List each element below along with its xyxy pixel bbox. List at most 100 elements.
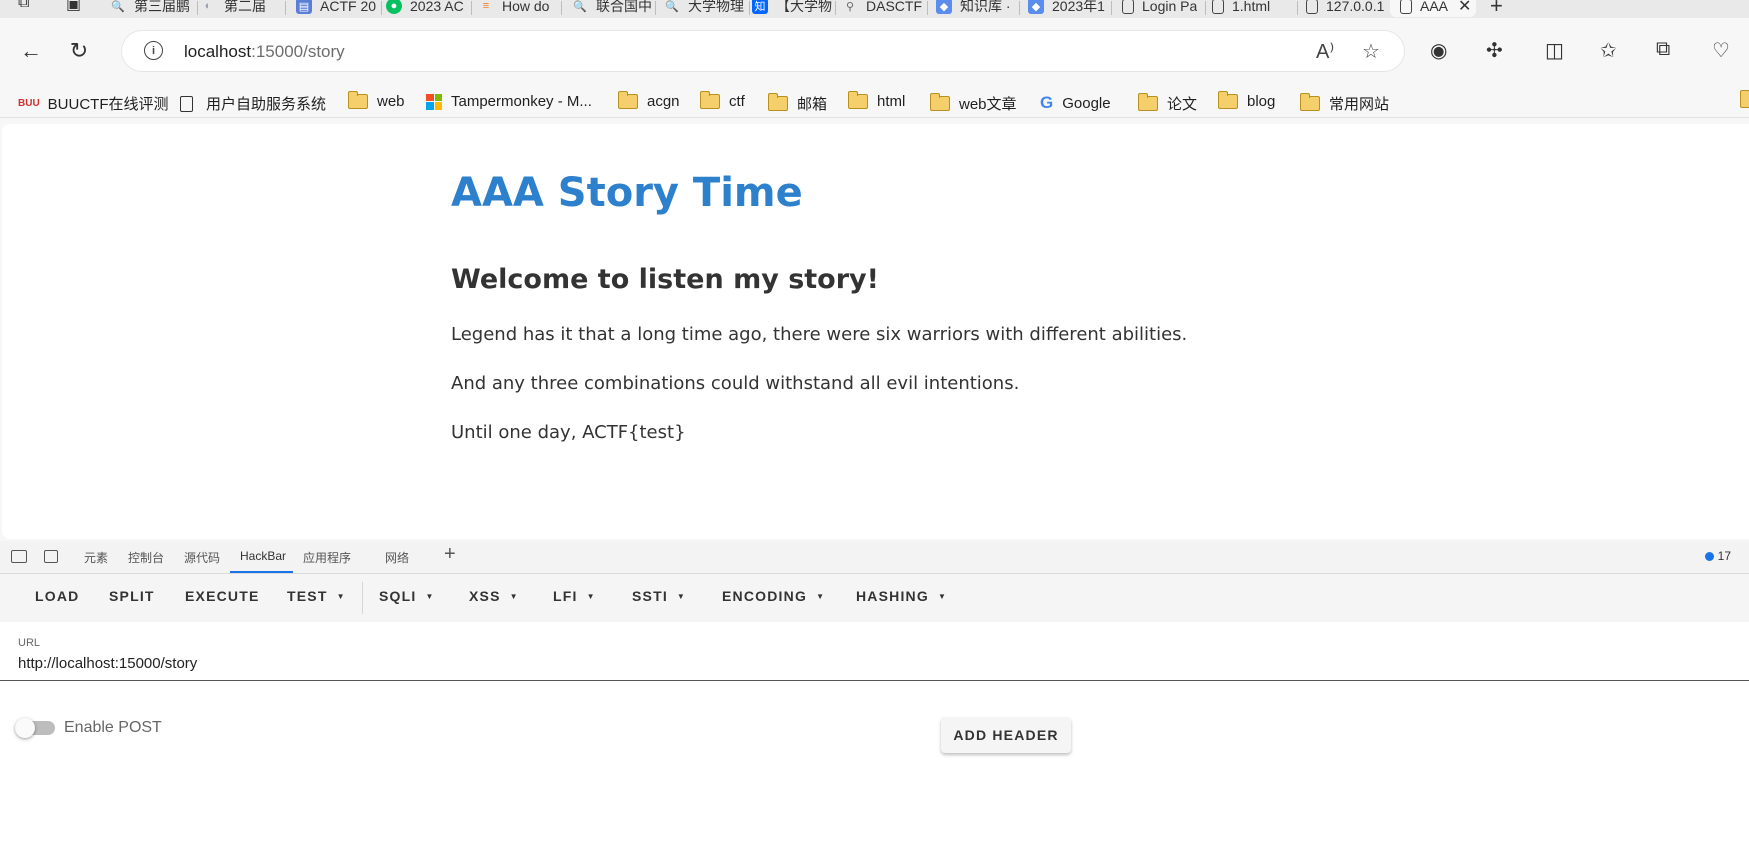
address-url[interactable]: localhost:15000/story	[184, 42, 345, 62]
refresh-icon[interactable]: ↻	[66, 38, 92, 64]
bookmark-ctf[interactable]: ctf	[699, 91, 745, 110]
tab-5[interactable]: 🔍 联合国中	[572, 0, 656, 17]
tab-12[interactable]: 1.html	[1212, 0, 1298, 17]
devtools-tab-console[interactable]: 控制台	[128, 549, 164, 566]
tab-label: 1.html	[1232, 0, 1271, 14]
zhihu-favicon-icon: 知	[752, 0, 768, 14]
bookmark-mail[interactable]: 邮箱	[767, 93, 827, 114]
menu-label: XSS	[469, 588, 501, 604]
hackbar-test-menu[interactable]: TEST ▼	[287, 588, 346, 604]
hackbar-ssti-menu[interactable]: SSTI ▼	[632, 588, 686, 604]
hackbar-split-button[interactable]: SPLIT	[109, 588, 155, 604]
favorites-icon[interactable]: ✩	[1600, 38, 1617, 63]
hackbar-sqli-menu[interactable]: SQLI ▼	[379, 588, 435, 604]
favorite-star-icon[interactable]: ☆	[1362, 39, 1380, 64]
back-arrow-icon[interactable]: ←	[18, 38, 44, 64]
url-field-underline	[0, 680, 1749, 681]
toggle-knob[interactable]	[15, 718, 35, 738]
devtools-tab-sources[interactable]: 源代码	[184, 549, 220, 566]
bookmark-acgn[interactable]: acgn	[617, 91, 680, 110]
bookmark-papers[interactable]: 论文	[1137, 93, 1197, 114]
google-icon: G	[1040, 93, 1054, 112]
issues-icon	[1704, 551, 1714, 561]
tab-label: How do	[502, 0, 550, 14]
folder-icon	[929, 93, 950, 111]
other-bookmarks[interactable]	[1739, 90, 1749, 108]
hackbar-menu: LOAD SPLIT EXECUTE TEST ▼ SQLI ▼ XSS ▼ LFI ▼…	[0, 574, 1749, 622]
tab-7[interactable]: 知【大学物	[752, 0, 836, 17]
browser-essentials-icon[interactable]: ♡	[1712, 38, 1730, 63]
inspect-element-icon[interactable]	[11, 550, 27, 563]
tab-label: 联合国中	[596, 0, 652, 14]
page-title: AAA Story Time	[451, 170, 803, 216]
page-viewport: AAA Story Time Welcome to listen my stor…	[2, 124, 1749, 539]
issues-counter[interactable]: 17	[1704, 549, 1731, 563]
devtools-tab-bar: 元素 控制台 源代码 HackBar 应用程序 网络 + 17	[0, 541, 1749, 574]
devtools-tab-application[interactable]: 应用程序	[303, 549, 351, 566]
bookmark-tampermonkey[interactable]: Tampermonkey - M...	[426, 93, 592, 110]
device-toolbar-icon[interactable]	[44, 550, 58, 563]
tab-13[interactable]: 127.0.0.1	[1306, 0, 1388, 17]
workspaces-icon[interactable]: ⧉	[18, 0, 29, 12]
collections-icon[interactable]: ⧉	[1656, 38, 1670, 61]
dasctf-favicon-icon: ⚲	[845, 0, 855, 13]
tab-11[interactable]: Login Pa	[1122, 0, 1206, 17]
bookmark-label: Google	[1062, 94, 1111, 112]
split-screen-icon[interactable]: ◫	[1545, 38, 1564, 63]
tab-label: DASCTF	[866, 0, 922, 14]
extensions-puzzle-icon[interactable]: ✣	[1486, 38, 1503, 63]
tab-14-active[interactable]: AAA ✕	[1390, 0, 1476, 17]
tab-10[interactable]: ◆ 2023年1	[1028, 0, 1112, 17]
hackbar-load-button[interactable]: LOAD	[35, 588, 79, 604]
tab-4[interactable]: ≡ How do	[478, 0, 562, 17]
menu-label: SSTI	[632, 588, 668, 604]
bookmark-label: web	[377, 93, 405, 110]
devtools-tab-hackbar[interactable]: HackBar	[240, 549, 286, 563]
extension-circle-icon[interactable]: ◉	[1430, 38, 1447, 63]
url-field-label: URL	[18, 637, 41, 649]
bookmark-html[interactable]: html	[847, 91, 906, 110]
tab-label: 2023年1	[1052, 0, 1105, 14]
tab-8[interactable]: ⚲ DASCTF	[842, 0, 928, 17]
bookmark-blog[interactable]: blog	[1217, 91, 1275, 110]
tab-label: 第三届鹏	[134, 0, 190, 14]
folder-icon	[1739, 90, 1749, 108]
enable-post-toggle[interactable]	[15, 718, 55, 738]
hackbar-lfi-menu[interactable]: LFI ▼	[553, 588, 596, 604]
caret-down-icon: ▼	[509, 591, 519, 601]
hackbar-encoding-menu[interactable]: ENCODING ▼	[722, 588, 825, 604]
site-info-icon[interactable]: i	[144, 41, 163, 60]
address-bar[interactable]: i localhost:15000/story A⁾ ☆	[122, 31, 1404, 71]
add-panel-icon[interactable]: +	[444, 543, 456, 566]
devtools-tab-elements[interactable]: 元素	[84, 549, 108, 566]
caret-down-icon: ▼	[937, 591, 948, 601]
bookmark-google[interactable]: G Google	[1040, 93, 1111, 113]
bookmark-self-service[interactable]: 用户自助服务系统	[180, 93, 326, 114]
page-favicon-icon	[1212, 0, 1224, 14]
hackbar-xss-menu[interactable]: XSS ▼	[469, 588, 519, 604]
bookmark-label: web文章	[959, 96, 1017, 113]
page-favicon-icon	[1400, 0, 1412, 14]
read-aloud-icon[interactable]: A⁾	[1316, 39, 1334, 64]
bookmark-web-articles[interactable]: web文章	[929, 93, 1017, 114]
bookmark-common-sites[interactable]: 常用网站	[1299, 93, 1389, 114]
yuque-favicon-icon: ◆	[936, 0, 952, 14]
vertical-tabs-icon[interactable]: ▣	[66, 0, 81, 14]
devtools-tab-network[interactable]: 网络	[385, 549, 409, 566]
bookmark-label: html	[877, 93, 906, 110]
close-tab-icon[interactable]: ✕	[1458, 0, 1471, 16]
tab-3[interactable]: ● 2023 AC	[386, 0, 472, 17]
tab-2[interactable]: ▤ ACTF 20	[296, 0, 382, 17]
hackbar-hashing-menu[interactable]: HASHING ▼	[856, 588, 947, 604]
tab-label: 大学物理	[688, 0, 744, 14]
new-tab-icon[interactable]: +	[1490, 0, 1503, 18]
hackbar-execute-button[interactable]: EXECUTE	[185, 588, 260, 604]
tab-6[interactable]: 🔍 大学物理	[664, 0, 750, 17]
add-header-button[interactable]: ADD HEADER	[941, 717, 1071, 753]
tab-9[interactable]: ◆ 知识库 ·	[936, 0, 1020, 17]
tab-0[interactable]: 🔍 第三届鹏	[110, 0, 198, 17]
bookmark-web[interactable]: web	[347, 91, 405, 110]
hackbar-url-input[interactable]	[18, 653, 1749, 673]
bookmark-buuctf[interactable]: BUU BUUCTF在线评测	[18, 93, 169, 114]
tab-1[interactable]: ◐ 第二届	[200, 0, 286, 17]
